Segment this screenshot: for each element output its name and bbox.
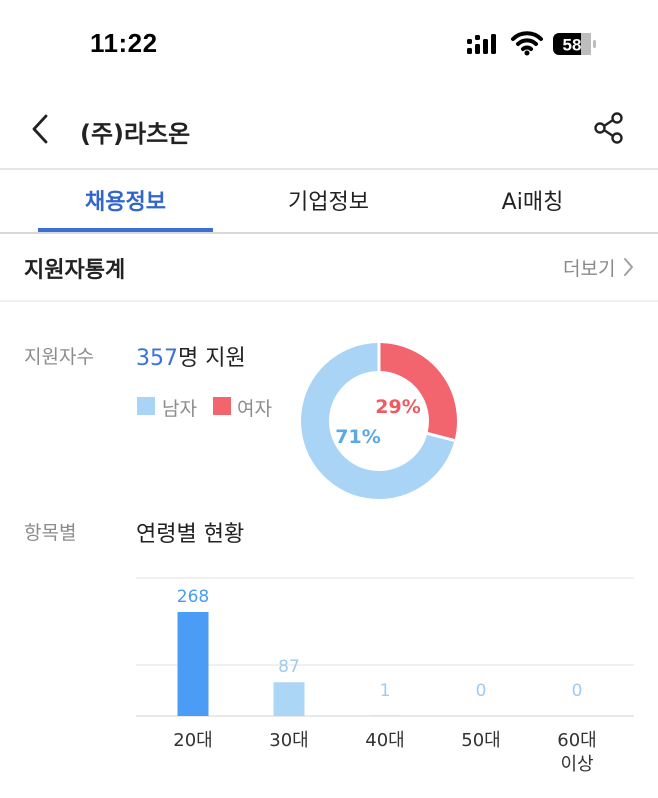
donut-label-male: 71% — [335, 426, 380, 448]
by-item-label: 항목별 — [24, 522, 77, 544]
legend-swatch-female — [213, 397, 231, 415]
applicants-count-number: 357 — [136, 346, 178, 371]
donut-label-female: 29% — [375, 396, 420, 418]
status-bar: 11:22 58 — [0, 0, 658, 90]
legend-label-female: 여자 — [237, 398, 272, 420]
age-category-label: 이상 — [560, 754, 593, 775]
app-header: (주)라츠온 — [0, 96, 658, 166]
age-bar-value-label: 0 — [476, 681, 487, 701]
gender-donut-chart: 71% 29% — [301, 342, 457, 499]
age-category-label: 50대 — [461, 730, 500, 751]
age-bar — [273, 682, 305, 716]
page-title: (주)라츠온 — [80, 120, 191, 148]
tab-bar: 채용정보 기업정보 Ai매칭 — [0, 168, 658, 234]
age-category-label: 40대 — [365, 730, 404, 751]
legend-swatch-male — [137, 397, 155, 415]
section-header: 지원자통계 더보기 — [0, 232, 658, 302]
status-time: 11:22 — [90, 28, 158, 58]
section-title: 지원자통계 — [24, 258, 126, 283]
battery-icon: 58 — [553, 33, 596, 55]
age-chart-title: 연령별 현황 — [136, 522, 245, 547]
age-category-label: 60대 — [557, 730, 596, 751]
chevron-right-icon[interactable] — [620, 256, 636, 278]
applicants-label: 지원자수 — [24, 346, 94, 368]
age-bar-value-label: 87 — [278, 657, 300, 677]
age-bar-value-label: 1 — [380, 681, 391, 701]
age-category-label: 30대 — [269, 730, 308, 751]
applicants-count-suffix: 명 지원 — [178, 346, 246, 371]
applicants-count: 357명 지원 — [136, 340, 246, 372]
cellular-signal-icon — [467, 34, 496, 54]
age-bar-value-label: 0 — [572, 681, 583, 701]
wifi-icon — [511, 31, 543, 56]
battery-level: 58 — [563, 36, 582, 55]
tab-company-info[interactable]: 기업정보 — [241, 184, 416, 216]
tab-ai-matching[interactable]: Ai매칭 — [445, 184, 620, 216]
tab-recruitment-info[interactable]: 채용정보 — [38, 184, 213, 216]
age-bar — [177, 612, 209, 716]
legend-label-male: 남자 — [162, 398, 197, 420]
age-bar-value-label: 268 — [177, 587, 209, 607]
back-icon[interactable] — [26, 112, 56, 146]
more-link[interactable]: 더보기 — [563, 254, 615, 281]
share-icon[interactable] — [592, 110, 626, 146]
age-bar-chart: 268 20대 87 30대 1 40대 0 50대 0 60대이상 — [136, 577, 634, 775]
age-category-label: 20대 — [173, 730, 212, 751]
